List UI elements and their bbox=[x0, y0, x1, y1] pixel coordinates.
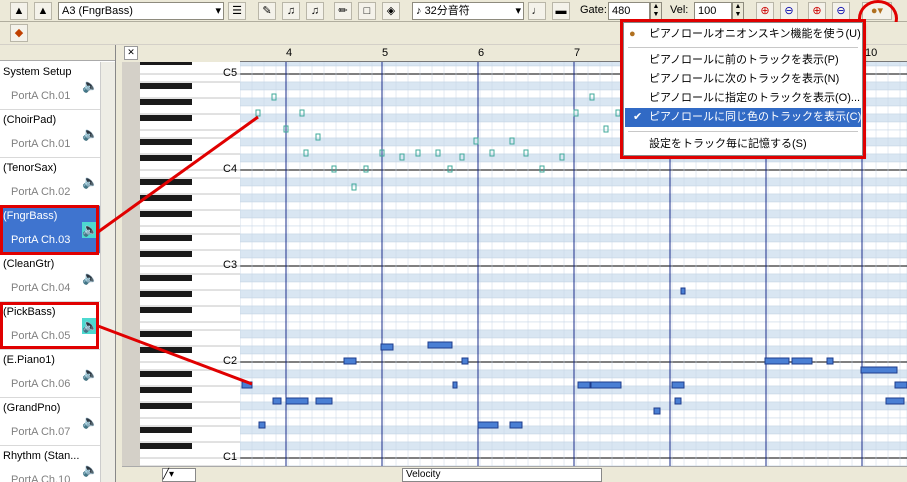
annotation-arrow bbox=[97, 115, 259, 234]
annotation-arrow bbox=[97, 324, 253, 386]
menu-highlight-box bbox=[620, 19, 866, 159]
